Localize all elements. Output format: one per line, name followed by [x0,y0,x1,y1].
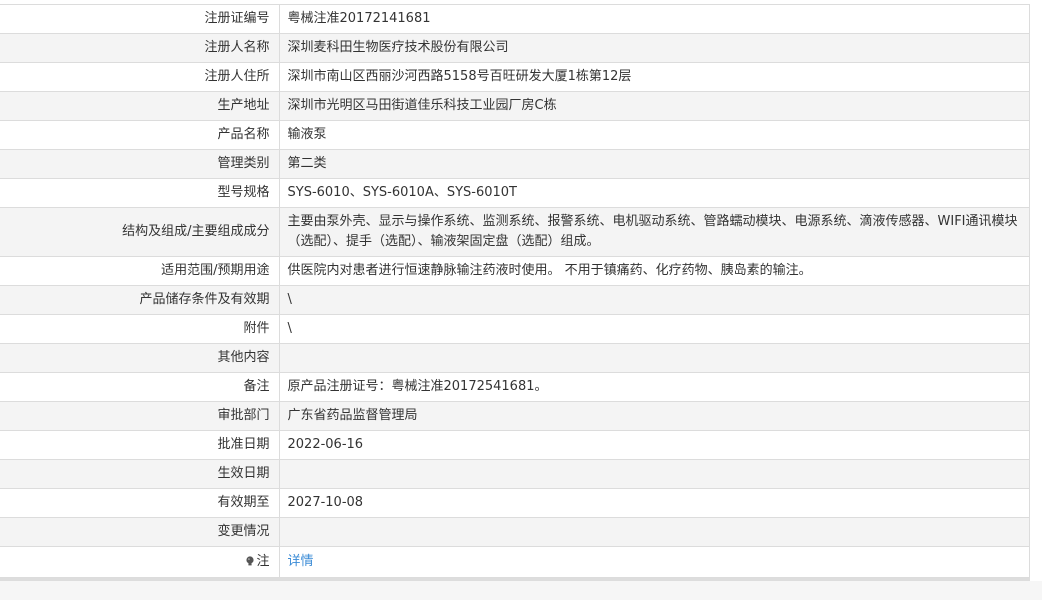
value-attachments: \ [279,314,1030,344]
label-remarks: 备注 [0,372,280,402]
value-change-status [279,517,1030,547]
row-remarks: 备注 原产品注册证号：粤械注准20172541681。 [0,372,1030,402]
label-effective-date: 生效日期 [0,459,280,489]
label-product-name: 产品名称 [0,120,280,150]
row-production-address: 生产地址 深圳市光明区马田街道佳乐科技工业园厂房C栋 [0,91,1030,121]
row-product-name: 产品名称 输液泵 [0,120,1030,150]
row-management-category: 管理类别 第二类 [0,149,1030,179]
registration-detail-page: 注册证编号 粤械注准20172141681 注册人名称 深圳麦科田生物医疗技术股… [0,0,1042,600]
row-structure-composition: 结构及组成/主要组成成分 主要由泵外壳、显示与操作系统、监测系统、报警系统、电机… [0,207,1030,257]
row-attachments: 附件 \ [0,314,1030,344]
row-effective-date: 生效日期 [0,459,1030,489]
value-production-address: 深圳市光明区马田街道佳乐科技工业园厂房C栋 [279,91,1030,121]
row-change-status: 变更情况 [0,517,1030,547]
row-registration-number: 注册证编号 粤械注准20172141681 [0,4,1030,34]
value-registration-number: 粤械注准20172141681 [279,4,1030,34]
row-registrant-address: 注册人住所 深圳市南山区西丽沙河西路5158号百旺研发大厦1栋第12层 [0,62,1030,92]
label-structure-composition: 结构及组成/主要组成成分 [0,207,280,257]
label-intended-use: 适用范围/预期用途 [0,256,280,286]
label-attachments: 附件 [0,314,280,344]
value-management-category: 第二类 [279,149,1030,179]
label-expiry-date: 有效期至 [0,488,280,518]
row-approval-date: 批准日期 2022-06-16 [0,430,1030,460]
label-registrant-name: 注册人名称 [0,33,280,63]
registration-detail-table: 注册证编号 粤械注准20172141681 注册人名称 深圳麦科田生物医疗技术股… [0,4,1030,578]
value-expiry-date: 2027-10-08 [279,488,1030,518]
row-expiry-date: 有效期至 2027-10-08 [0,488,1030,518]
label-storage-validity: 产品储存条件及有效期 [0,285,280,315]
row-other-content: 其他内容 [0,343,1030,373]
label-approval-date: 批准日期 [0,430,280,460]
value-approval-date: 2022-06-16 [279,430,1030,460]
value-remarks: 原产品注册证号：粤械注准20172541681。 [279,372,1030,402]
label-approval-department: 审批部门 [0,401,280,431]
value-registrant-name: 深圳麦科田生物医疗技术股份有限公司 [279,33,1030,63]
label-registrant-address: 注册人住所 [0,62,280,92]
label-other-content: 其他内容 [0,343,280,373]
value-storage-validity: \ [279,285,1030,315]
label-registration-number: 注册证编号 [0,4,280,34]
value-model-spec: SYS-6010、SYS-6010A、SYS-6010T [279,178,1030,208]
value-approval-department: 广东省药品监督管理局 [279,401,1030,431]
label-model-spec: 型号规格 [0,178,280,208]
value-note: 详情 [279,546,1030,578]
label-management-category: 管理类别 [0,149,280,179]
value-product-name: 输液泵 [279,120,1030,150]
value-effective-date [279,459,1030,489]
value-registrant-address: 深圳市南山区西丽沙河西路5158号百旺研发大厦1栋第12层 [279,62,1030,92]
note-bulb-icon [246,556,255,566]
value-intended-use: 供医院内对患者进行恒速静脉输注药液时使用。 不用于镇痛药、化疗药物、胰岛素的输注… [279,256,1030,286]
label-production-address: 生产地址 [0,91,280,121]
value-structure-composition: 主要由泵外壳、显示与操作系统、监测系统、报警系统、电机驱动系统、管路蠕动模块、电… [279,207,1030,257]
label-change-status: 变更情况 [0,517,280,547]
row-registrant-name: 注册人名称 深圳麦科田生物医疗技术股份有限公司 [0,33,1030,63]
label-note: 注 [0,546,280,578]
row-intended-use: 适用范围/预期用途 供医院内对患者进行恒速静脉输注药液时使用。 不用于镇痛药、化… [0,256,1030,286]
value-other-content [279,343,1030,373]
row-model-spec: 型号规格 SYS-6010、SYS-6010A、SYS-6010T [0,178,1030,208]
page-footer-band [0,581,1042,600]
row-storage-validity: 产品储存条件及有效期 \ [0,285,1030,315]
note-label-text: 注 [256,554,270,569]
detail-link[interactable]: 详情 [288,554,314,569]
row-approval-department: 审批部门 广东省药品监督管理局 [0,401,1030,431]
row-note: 注 详情 [0,546,1030,578]
